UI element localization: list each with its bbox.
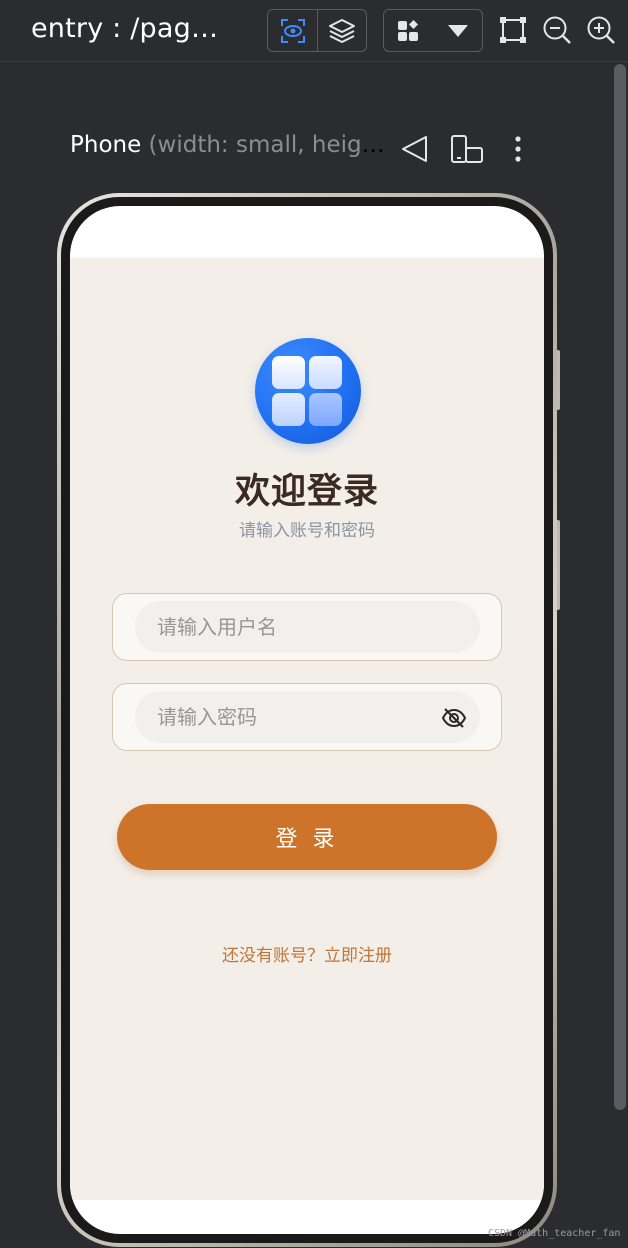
back-triangle-icon (402, 136, 427, 162)
frame-icon (500, 17, 526, 43)
inspect-icon (280, 18, 305, 43)
welcome-title: 欢迎登录 (234, 472, 379, 512)
zoom-out-button[interactable] (541, 14, 573, 46)
device-dimensions: (width: small, heigh… (141, 132, 390, 158)
zoom-in-icon (587, 16, 615, 44)
phone-screen: 欢迎登录 请输入账号和密码 登 录 还没有 (70, 206, 544, 1234)
layers-icon (329, 18, 355, 43)
preview-scrollbar[interactable] (614, 64, 626, 1110)
top-toolbar: entry : /page… (0, 0, 628, 62)
device-label: Phone (width: small, heigh… (70, 132, 390, 166)
view-toggle-group (267, 9, 367, 52)
login-subtitle: 请输入账号和密码 (239, 521, 375, 541)
back-button[interactable] (397, 132, 431, 166)
login-button[interactable]: 登 录 (117, 804, 497, 870)
device-name: Phone (70, 132, 142, 158)
more-options-button[interactable] (501, 132, 535, 166)
layers-button[interactable] (317, 10, 366, 51)
rotate-device-icon (451, 135, 483, 163)
inspect-button[interactable] (268, 10, 317, 51)
register-link[interactable]: 还没有账号？立即注册 (70, 941, 544, 966)
phone-frame: 欢迎登录 请输入账号和密码 登 录 还没有 (57, 193, 557, 1247)
app-logo-icon (255, 338, 361, 444)
username-input[interactable] (135, 601, 480, 653)
password-input[interactable] (135, 691, 480, 743)
rotate-device-button[interactable] (450, 132, 484, 166)
watermark: CSDN @Math_teacher_fan (488, 1228, 621, 1239)
components-dropdown[interactable] (433, 10, 482, 51)
zoom-out-icon (543, 16, 571, 44)
components-icon (397, 19, 418, 41)
login-page: 欢迎登录 请输入账号和密码 登 录 还没有 (70, 258, 544, 1200)
page-path-title: entry : /page… (31, 13, 231, 44)
component-picker[interactable] (383, 9, 483, 52)
dropdown-icon (447, 24, 468, 37)
username-field-container (112, 593, 502, 661)
password-field-container (112, 683, 502, 751)
frame-button[interactable] (497, 14, 529, 46)
zoom-in-button[interactable] (585, 14, 617, 46)
toggle-password-visibility-button[interactable] (441, 706, 467, 730)
phone-bezel: 欢迎登录 请输入账号和密码 登 录 还没有 (61, 197, 553, 1243)
more-vertical-icon (515, 136, 521, 162)
eye-off-icon (441, 708, 467, 728)
components-button[interactable] (384, 10, 433, 51)
